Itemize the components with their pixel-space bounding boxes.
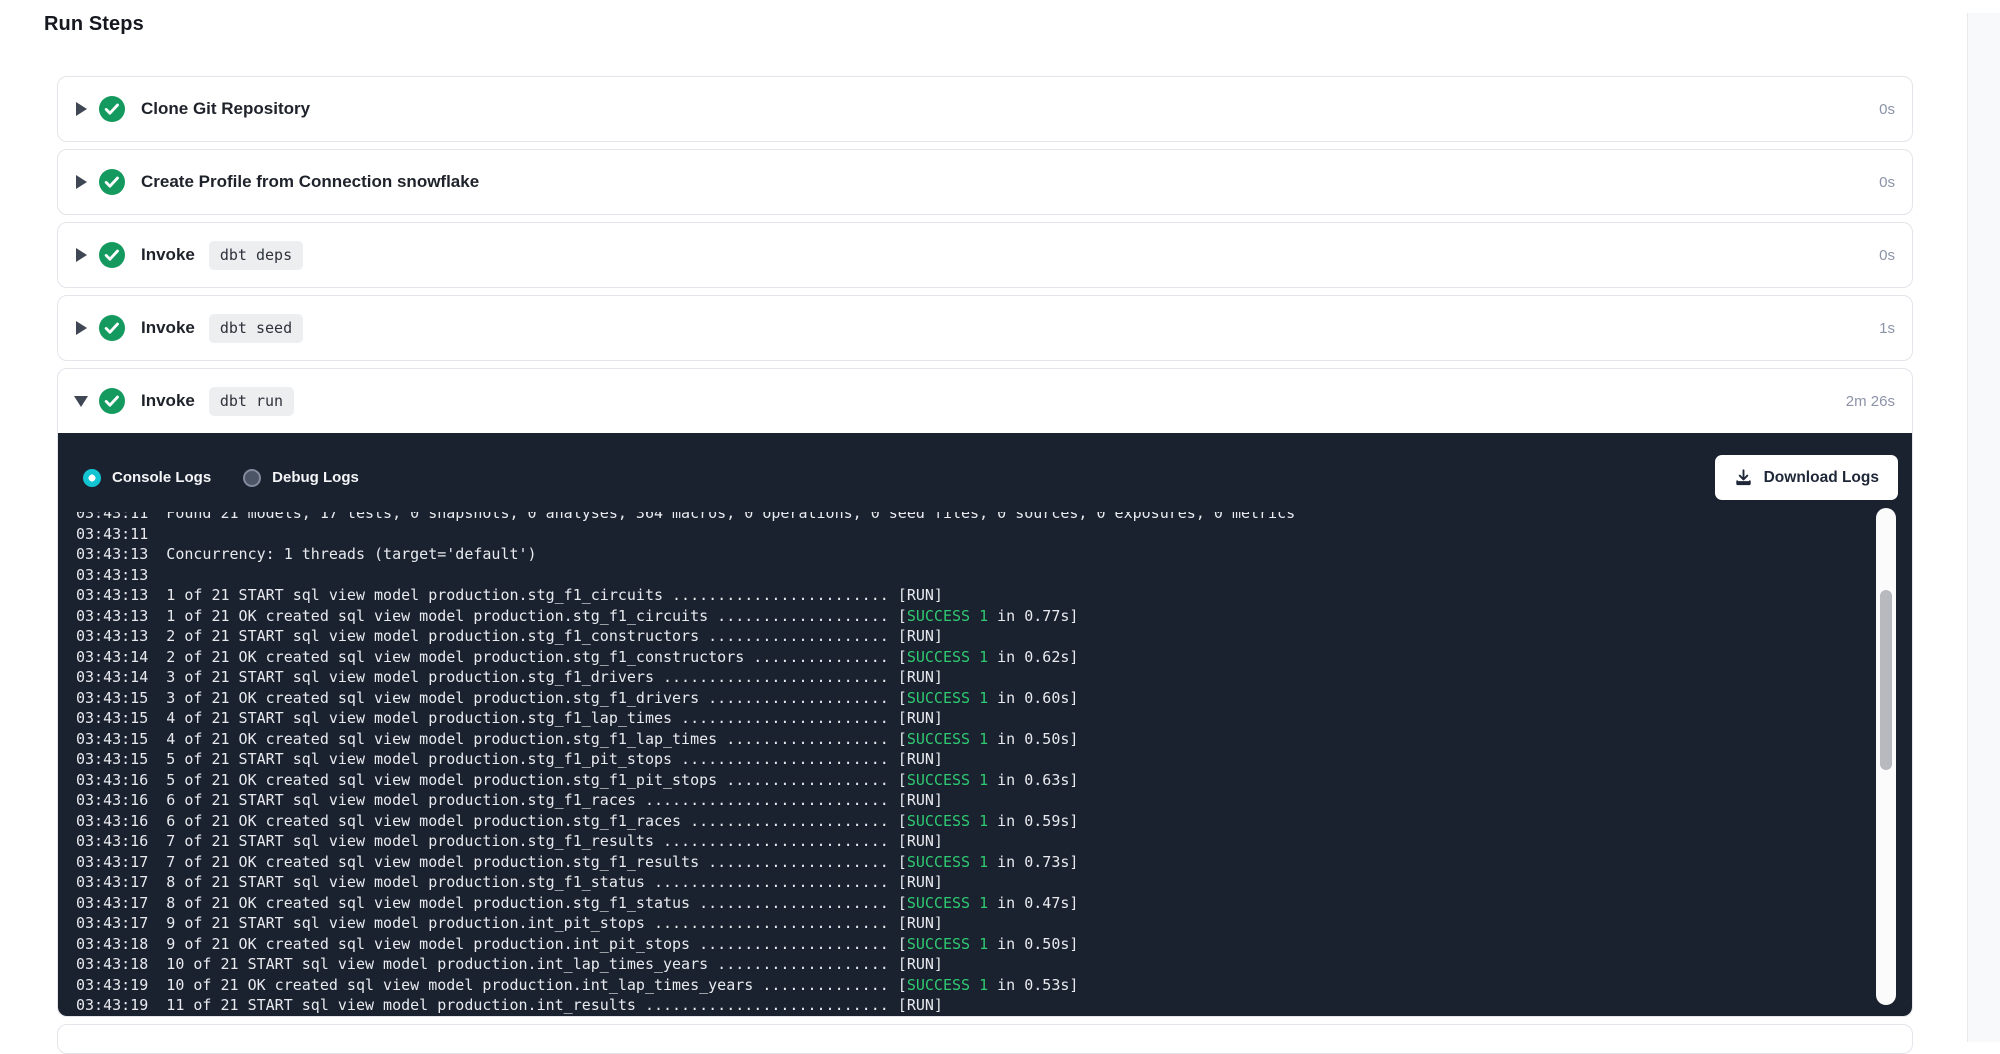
log-line: 03:43:11 — [76, 524, 1912, 545]
step-header[interactable]: Create Profile from Connection snowflake… — [58, 150, 1912, 214]
step-duration: 0s — [1879, 101, 1895, 118]
run-steps-list: Clone Git Repository 0s Create Profile f… — [57, 76, 1913, 1017]
run-step-card: Invoke dbt deps 0s — [57, 222, 1913, 288]
log-panel-header: Console Logs Debug Logs Download Logs — [58, 433, 1912, 512]
step-command-pill: dbt deps — [209, 241, 303, 270]
download-icon — [1734, 468, 1753, 487]
success-check-icon — [99, 96, 125, 122]
success-status: SUCCESS 1 — [907, 853, 988, 871]
step-label: Invoke — [141, 245, 195, 265]
step-header[interactable]: Clone Git Repository 0s — [58, 77, 1912, 141]
radio-selected-icon — [83, 469, 101, 487]
success-status: SUCCESS 1 — [907, 812, 988, 830]
success-status: SUCCESS 1 — [907, 730, 988, 748]
download-logs-label: Download Logs — [1764, 469, 1879, 487]
log-line: 03:43:15 5 of 21 START sql view model pr… — [76, 749, 1912, 770]
step-header[interactable]: Invoke dbt run 2m 26s — [58, 369, 1912, 433]
right-gutter — [1967, 13, 2000, 1042]
expand-caret-icon[interactable] — [74, 396, 88, 407]
console-logs-label: Console Logs — [112, 469, 211, 486]
step-header[interactable]: Invoke dbt deps 0s — [58, 223, 1912, 287]
console-logs-radio[interactable]: Console Logs — [83, 469, 211, 487]
expand-caret-icon[interactable] — [74, 175, 88, 189]
log-line: 03:43:17 7 of 21 OK created sql view mod… — [76, 852, 1912, 873]
log-line: 03:43:18 9 of 21 OK created sql view mod… — [76, 934, 1912, 955]
debug-logs-label: Debug Logs — [272, 469, 359, 486]
radio-unselected-icon — [243, 469, 261, 487]
log-scrollbar-track[interactable] — [1876, 508, 1896, 1005]
run-step-card: Clone Git Repository 0s — [57, 76, 1913, 142]
debug-logs-radio[interactable]: Debug Logs — [243, 469, 359, 487]
step-label: Invoke — [141, 391, 195, 411]
log-line: 03:43:18 10 of 21 START sql view model p… — [76, 954, 1912, 975]
console-log-panel: Console Logs Debug Logs Download Logs 03… — [58, 433, 1912, 1016]
log-line: 03:43:13 1 of 21 START sql view model pr… — [76, 585, 1912, 606]
log-line: 03:43:14 2 of 21 OK created sql view mod… — [76, 647, 1912, 668]
success-status: SUCCESS 1 — [907, 894, 988, 912]
log-line: 03:43:16 6 of 21 OK created sql view mod… — [76, 811, 1912, 832]
success-check-icon — [99, 242, 125, 268]
success-status: SUCCESS 1 — [907, 689, 988, 707]
step-duration: 1s — [1879, 320, 1895, 337]
log-line: 03:43:15 4 of 21 START sql view model pr… — [76, 708, 1912, 729]
page-title: Run Steps — [44, 13, 2000, 36]
log-line: 03:43:13 Concurrency: 1 threads (target=… — [76, 544, 1912, 565]
log-output[interactable]: 03:43:11 Found 21 models, 17 tests, 0 sn… — [58, 512, 1912, 1016]
step-duration: 0s — [1879, 174, 1895, 191]
success-check-icon — [99, 315, 125, 341]
step-duration: 0s — [1879, 247, 1895, 264]
log-line: 03:43:16 6 of 21 START sql view model pr… — [76, 790, 1912, 811]
success-status: SUCCESS 1 — [907, 607, 988, 625]
log-line: 03:43:15 4 of 21 OK created sql view mod… — [76, 729, 1912, 750]
success-check-icon — [99, 169, 125, 195]
log-line: 03:43:17 9 of 21 START sql view model pr… — [76, 913, 1912, 934]
success-status: SUCCESS 1 — [907, 935, 988, 953]
run-step-card: Create Profile from Connection snowflake… — [57, 149, 1913, 215]
log-line: 03:43:19 11 of 21 START sql view model p… — [76, 995, 1912, 1016]
step-command-pill: dbt seed — [209, 314, 303, 343]
log-line: 03:43:17 8 of 21 OK created sql view mod… — [76, 893, 1912, 914]
log-line: 03:43:13 1 of 21 OK created sql view mod… — [76, 606, 1912, 627]
log-line: 03:43:14 3 of 21 START sql view model pr… — [76, 667, 1912, 688]
success-status: SUCCESS 1 — [907, 648, 988, 666]
log-line: 03:43:13 — [76, 565, 1912, 586]
step-label: Clone Git Repository — [141, 99, 310, 119]
log-line: 03:43:16 5 of 21 OK created sql view mod… — [76, 770, 1912, 791]
log-line: 03:43:15 3 of 21 OK created sql view mod… — [76, 688, 1912, 709]
step-label: Create Profile from Connection snowflake — [141, 172, 479, 192]
expand-caret-icon[interactable] — [74, 248, 88, 262]
success-check-icon — [99, 388, 125, 414]
expand-caret-icon[interactable] — [74, 102, 88, 116]
step-duration: 2m 26s — [1846, 393, 1895, 410]
log-line: 03:43:16 7 of 21 START sql view model pr… — [76, 831, 1912, 852]
expand-caret-icon[interactable] — [74, 321, 88, 335]
log-scrollbar-thumb[interactable] — [1880, 590, 1892, 770]
success-status: SUCCESS 1 — [907, 976, 988, 994]
success-status: SUCCESS 1 — [907, 771, 988, 789]
step-command-pill: dbt run — [209, 387, 294, 416]
log-line: 03:43:19 10 of 21 OK created sql view mo… — [76, 975, 1912, 996]
log-line: 03:43:11 Found 21 models, 17 tests, 0 sn… — [76, 512, 1912, 524]
run-step-card: Invoke dbt seed 1s — [57, 295, 1913, 361]
log-line: 03:43:13 2 of 21 START sql view model pr… — [76, 626, 1912, 647]
step-header[interactable]: Invoke dbt seed 1s — [58, 296, 1912, 360]
download-logs-button[interactable]: Download Logs — [1715, 455, 1898, 500]
run-step-card: Invoke dbt run 2m 26s Console Logs Debug… — [57, 368, 1913, 1017]
log-line: 03:43:17 8 of 21 START sql view model pr… — [76, 872, 1912, 893]
step-label: Invoke — [141, 318, 195, 338]
